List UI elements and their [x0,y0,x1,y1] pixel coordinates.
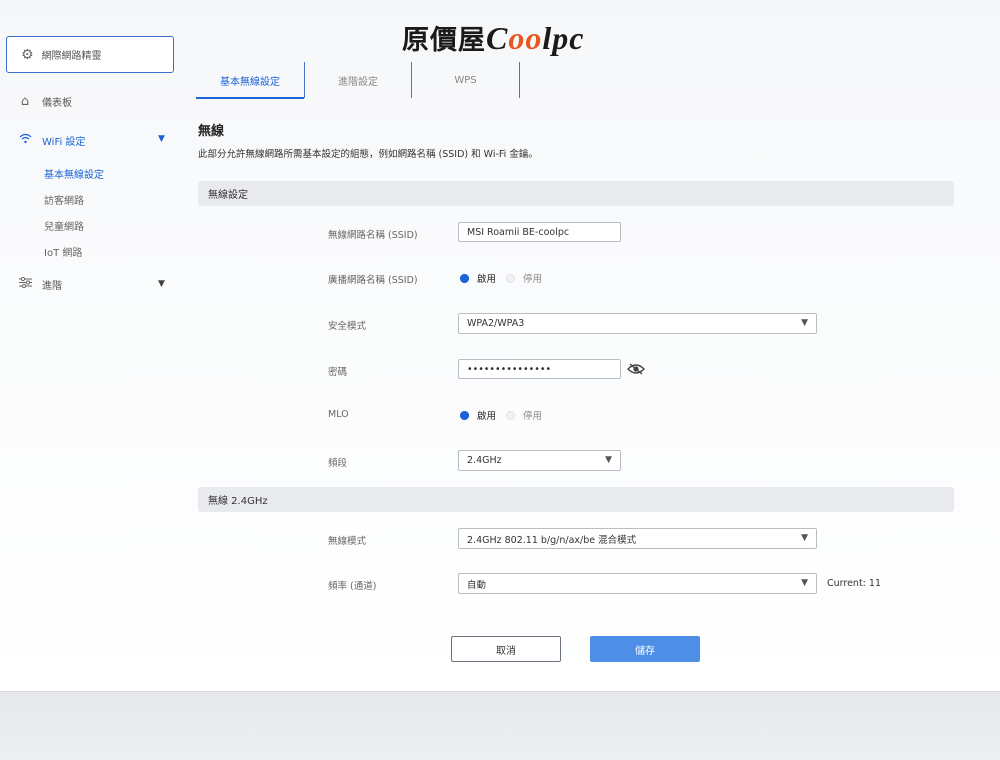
security-mode-label: 安全模式 [328,321,367,332]
wireless-mode-value: 2.4GHz 802.11 b/g/n/ax/be 混合模式 [467,534,637,546]
router-admin-window: 原價屋Coolpc ⚙ 網際網路精靈 ⌂ 儀表板 WiFi 設定 ▼ 基本無線設… [0,0,1000,692]
password-input[interactable]: ••••••••••••••• [458,359,621,379]
broadcast-ssid-radio-group: 啟用 停用 [460,271,542,285]
logo-brand: Coolpc [486,20,585,56]
broadcast-disable-radio[interactable] [506,273,516,283]
sidebar-item-iot-network[interactable]: IoT 網路 [44,244,82,259]
current-channel-readout: Current: 11 [827,578,881,589]
wireless-mode-select[interactable]: 2.4GHz 802.11 b/g/n/ax/be 混合模式 ▼ [458,528,817,549]
security-mode-select[interactable]: WPA2/WPA3 ▼ [458,313,817,334]
page-title: 無線 [198,124,225,139]
bottom-band [0,692,1000,760]
broadcast-enable-radio[interactable] [460,273,469,283]
save-button[interactable]: 儲存 [590,636,700,662]
tab-advanced-settings[interactable]: 進階設定 [305,62,411,98]
sidebar-item-advanced[interactable]: 進階 [18,276,62,292]
broadcast-enable-label[interactable]: 啟用 [477,271,496,285]
password-label: 密碼 [328,367,348,378]
chevron-down-icon: ▼ [801,578,808,588]
ssid-label: 無線網路名稱 (SSID) [328,230,418,241]
chevron-down-icon[interactable]: ▼ [158,279,165,289]
sidebar-item-advanced-label: 進階 [42,281,62,292]
home-icon: ⌂ [20,94,30,109]
logo-chinese: 原價屋 [402,25,486,56]
broadcast-disable-label[interactable]: 停用 [523,271,542,285]
chevron-down-icon: ▼ [801,533,808,543]
sidebar-item-kids-network[interactable]: 兒童網路 [44,218,84,233]
sidebar-item-basic-wireless[interactable]: 基本無線設定 [44,166,104,181]
wireless-mode-label: 無線模式 [328,536,367,547]
mlo-label: MLO [328,409,349,420]
wireless-settings-header: 無線設定 [198,181,954,206]
band-value: 2.4GHz [467,455,502,466]
sidebar-item-guest-network[interactable]: 訪客網路 [44,192,84,207]
tab-divider [519,62,520,98]
band-label: 頻段 [328,458,348,469]
sidebar-item-dashboard-label: 儀表板 [42,98,72,109]
chevron-down-icon[interactable]: ▼ [158,134,165,144]
internet-wizard-label: 網際網路精靈 [41,51,102,62]
mlo-radio-group: 啟用 停用 [460,408,542,422]
channel-label: 頻率 (通道) [328,581,377,592]
wireless-24ghz-header: 無線 2.4GHz [198,487,954,512]
channel-value: 自動 [467,579,487,591]
eye-slash-icon[interactable] [627,362,645,376]
active-tab-indicator [196,97,304,99]
tab-basic-wireless[interactable]: 基本無線設定 [196,62,304,98]
sliders-icon [18,276,32,292]
cancel-button[interactable]: 取消 [451,636,561,662]
mlo-disable-label[interactable]: 停用 [523,408,542,422]
coolpc-logo: 原價屋Coolpc [402,18,584,57]
band-select[interactable]: 2.4GHz ▼ [458,450,621,471]
mlo-enable-radio[interactable] [460,410,469,420]
sidebar-item-dashboard[interactable]: ⌂ 儀表板 [18,94,72,109]
security-mode-value: WPA2/WPA3 [467,318,525,329]
page-description: 此部分允許無線網路所需基本設定的組態，例如網路名稱 (SSID) 和 Wi-Fi… [198,149,538,160]
tab-wps[interactable]: WPS [412,62,519,98]
channel-select[interactable]: 自動 ▼ [458,573,817,594]
mlo-enable-label[interactable]: 啟用 [477,408,496,422]
wifi-icon [18,133,32,148]
sidebar-item-wifi[interactable]: WiFi 設定 [18,133,85,148]
ssid-input[interactable]: MSI Roamii BE-coolpc [458,222,621,242]
sidebar-item-wifi-label: WiFi 設定 [42,137,86,148]
mlo-disable-radio[interactable] [506,410,516,420]
chevron-down-icon: ▼ [605,455,612,465]
gear-icon: ⚙ [21,46,34,63]
chevron-down-icon: ▼ [801,318,808,328]
broadcast-ssid-label: 廣播網路名稱 (SSID) [328,275,418,286]
internet-wizard-button[interactable]: ⚙ 網際網路精靈 [6,36,174,73]
